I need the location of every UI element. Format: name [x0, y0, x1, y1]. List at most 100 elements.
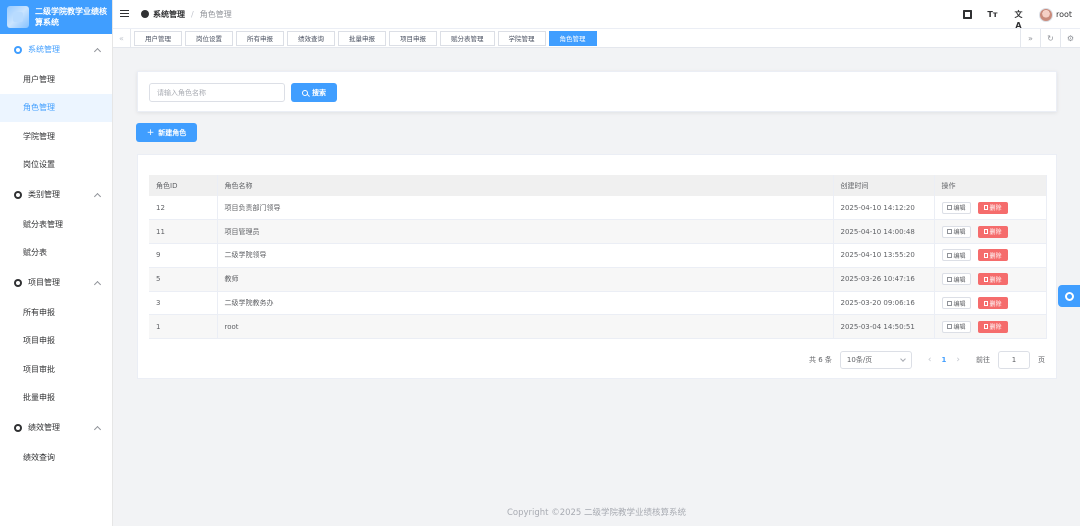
- sidebar-item-all-declarations[interactable]: 所有申报: [0, 298, 112, 327]
- delete-button[interactable]: 删除: [977, 320, 1008, 333]
- menu-head-performance[interactable]: 绩效管理: [0, 412, 112, 443]
- delete-button[interactable]: 删除: [977, 273, 1008, 286]
- col-header-created[interactable]: 创建时间: [833, 175, 935, 196]
- new-role-button[interactable]: + 新建角色: [136, 123, 197, 142]
- plus-icon: +: [146, 127, 155, 138]
- sidebar-item-score-table-manage[interactable]: 赋分表管理: [0, 210, 112, 239]
- edit-label: 编辑: [953, 205, 966, 213]
- cell-actions: 编辑 删除: [934, 267, 1047, 292]
- menu-head-system[interactable]: 系统管理: [0, 34, 112, 65]
- menu-head-category[interactable]: 类别管理: [0, 179, 112, 210]
- pagination: 共 6 条 10条/页 ‹ 1 › 前往 1 页: [809, 351, 1045, 369]
- breadcrumb-roles: 角色管理: [199, 9, 232, 19]
- cell-id: 9: [149, 243, 218, 268]
- avatar[interactable]: [1038, 7, 1053, 22]
- sidebar-item-project-declare[interactable]: 项目申报: [0, 327, 112, 356]
- tag-roles[interactable]: 角色管理: [548, 30, 597, 46]
- page-number-current[interactable]: 1: [942, 356, 947, 364]
- menu-group-performance: 绩效管理 绩效查询: [0, 412, 112, 472]
- sidebar-item-posts[interactable]: 岗位设置: [0, 151, 112, 180]
- goto-page-input[interactable]: 1: [998, 351, 1030, 369]
- tag-all-declarations[interactable]: 所有申报: [236, 30, 284, 46]
- search-card: 搜索: [137, 71, 1057, 112]
- cell-name: root: [217, 314, 834, 340]
- footer-copyright: Copyright ©2025 二级学院教学业绩核算系统: [506, 508, 687, 518]
- tag-score-table-manage[interactable]: 赋分表管理: [440, 30, 495, 46]
- menu-head-label: 系统管理: [28, 45, 60, 54]
- prev-page-button[interactable]: ‹: [928, 355, 932, 365]
- sidebar-item-performance-query[interactable]: 绩效查询: [0, 443, 112, 472]
- search-button[interactable]: 搜索: [291, 83, 337, 102]
- cell-id: 12: [149, 196, 218, 221]
- trash-icon: [983, 324, 988, 330]
- double-chevron-right-icon[interactable]: »: [1020, 29, 1040, 48]
- cell-created: 2025-03-20 09:06:16: [833, 291, 935, 316]
- cell-name: 项目管理员: [217, 219, 834, 245]
- table-row: 5 教师 2025-03-26 10:47:16 编辑 删除: [149, 267, 1047, 292]
- tag-project-declare[interactable]: 项目申报: [389, 30, 437, 46]
- delete-button[interactable]: 删除: [977, 249, 1008, 262]
- hamburger-icon[interactable]: [120, 10, 129, 18]
- sidebar-item-colleges[interactable]: 学院管理: [0, 122, 112, 151]
- delete-button[interactable]: 删除: [977, 201, 1008, 214]
- edit-icon: [946, 252, 952, 258]
- translate-icon[interactable]: 文A: [1013, 9, 1024, 30]
- col-header-id[interactable]: 角色ID: [149, 175, 218, 196]
- cell-name: 教师: [217, 267, 834, 292]
- delete-button[interactable]: 删除: [977, 297, 1008, 310]
- system-icon: [14, 45, 22, 54]
- col-header-name[interactable]: 角色名称: [217, 175, 834, 196]
- menu-group-category: 类别管理 赋分表管理 赋分表: [0, 179, 112, 267]
- edit-button[interactable]: 编辑: [941, 320, 971, 333]
- cell-id: 5: [149, 267, 218, 292]
- topbar: 系统管理 / 角色管理 Tт 文A root: [113, 0, 1080, 30]
- edit-button[interactable]: 编辑: [941, 297, 971, 310]
- menu-head-label: 项目管理: [28, 278, 60, 287]
- tag-batch-declare[interactable]: 批量申报: [338, 30, 386, 46]
- trash-icon: [983, 205, 988, 211]
- next-page-button[interactable]: ›: [956, 355, 960, 365]
- goto-label: 前往: [976, 356, 990, 364]
- sidebar-item-score-table[interactable]: 赋分表: [0, 239, 112, 268]
- topbar-tools: Tт 文A root: [948, 0, 1072, 30]
- edit-button[interactable]: 编辑: [941, 249, 971, 262]
- col-header-actions: 操作: [934, 175, 1047, 196]
- chevron-up-icon: [93, 192, 102, 200]
- page-suffix: 页: [1038, 356, 1045, 364]
- brand[interactable]: 二级学院教学业绩核算系统: [0, 0, 112, 34]
- breadcrumb-system[interactable]: 系统管理: [153, 9, 185, 20]
- double-chevron-left-icon[interactable]: «: [113, 28, 131, 48]
- font-size-icon[interactable]: Tт: [987, 9, 998, 20]
- sidebar-item-project-approve[interactable]: 项目审批: [0, 355, 112, 384]
- edit-button[interactable]: 编辑: [941, 273, 971, 286]
- cell-name: 二级学院教务办: [217, 291, 834, 316]
- refresh-icon[interactable]: ↻: [1040, 29, 1060, 48]
- page-size-select[interactable]: 10条/页: [839, 351, 912, 369]
- tag-performance-query[interactable]: 绩效查询: [287, 30, 335, 46]
- chevron-up-icon: [93, 280, 102, 288]
- trash-icon: [983, 300, 988, 306]
- table-row: 11 项目管理员 2025-04-10 14:00:48 编辑 删除: [149, 219, 1047, 245]
- edit-button[interactable]: 编辑: [941, 201, 971, 214]
- tag-colleges[interactable]: 学院管理: [497, 30, 546, 46]
- sidebar-item-batch-declare[interactable]: 批量申报: [0, 384, 112, 413]
- tags-bar: « 用户管理 岗位设置 所有申报 绩效查询 批量申报 项目申报 赋分表管理 学院…: [113, 28, 1080, 48]
- delete-button[interactable]: 删除: [977, 225, 1008, 238]
- username[interactable]: root: [1056, 10, 1072, 19]
- tag-users[interactable]: 用户管理: [134, 30, 182, 46]
- edit-label: 编辑: [953, 300, 966, 308]
- cell-actions: 编辑 删除: [934, 243, 1047, 268]
- sidebar-item-roles[interactable]: 角色管理: [0, 93, 112, 122]
- edit-icon: [946, 276, 952, 282]
- fullscreen-icon[interactable]: [962, 10, 972, 19]
- gear-icon[interactable]: ⚙: [1060, 29, 1080, 48]
- main-content: 搜索 + 新建角色 角色ID 角色名称 创建时间 操作 12 项目负责部门领导 …: [113, 48, 1080, 526]
- edit-button[interactable]: 编辑: [941, 225, 971, 238]
- logo: [7, 6, 29, 28]
- tag-posts[interactable]: 岗位设置: [185, 30, 233, 46]
- search-input[interactable]: [149, 83, 285, 102]
- trash-icon: [983, 276, 988, 282]
- menu-head-project[interactable]: 项目管理: [0, 267, 112, 298]
- settings-fab[interactable]: [1058, 285, 1080, 307]
- sidebar-item-users[interactable]: 用户管理: [0, 65, 112, 94]
